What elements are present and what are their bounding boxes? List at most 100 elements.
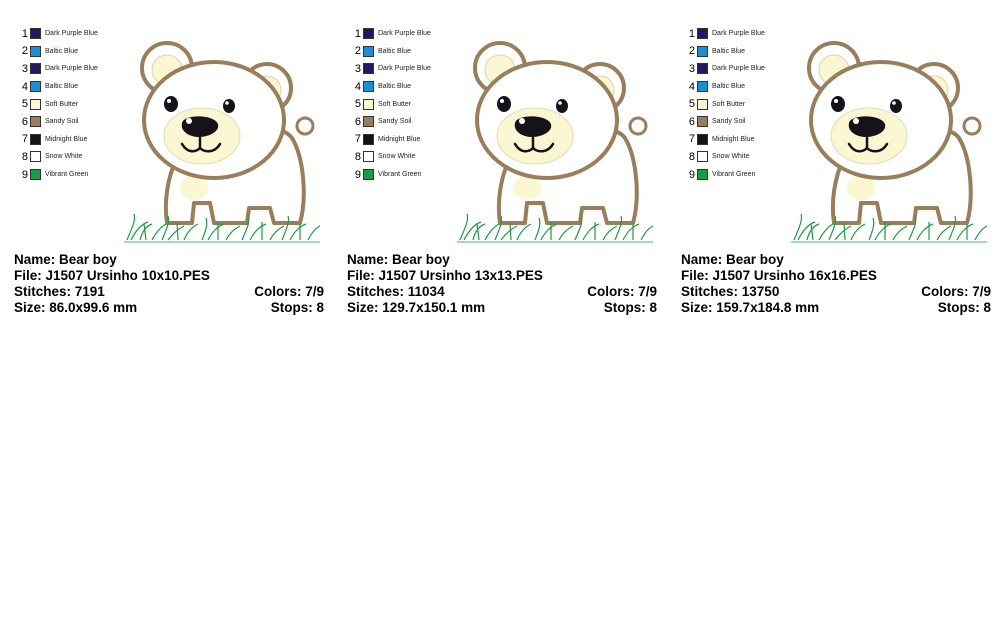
color-number: 2: [688, 45, 695, 58]
color-swatch: [30, 133, 41, 145]
color-swatch: [30, 45, 41, 57]
bear-design-preview: [789, 28, 989, 248]
stop-count: 8: [649, 300, 657, 315]
color-name: Baltic Blue: [378, 83, 412, 91]
right-eye: [890, 99, 902, 113]
color-name: Midnight Blue: [45, 135, 88, 143]
left-eye: [497, 96, 511, 112]
color-number: 7: [21, 133, 28, 146]
stitch-count: 11034: [407, 284, 445, 299]
color-number: 3: [21, 62, 28, 75]
color-row: 4 Baltic Blue: [349, 78, 469, 96]
color-count: 7/9: [305, 284, 324, 299]
design-panel-13x13: 1 Dark Purple Blue 2 Baltic Blue 3 Dark Purpl…: [343, 0, 673, 320]
color-number: 8: [688, 150, 695, 163]
color-swatch: [363, 116, 374, 128]
stitches-label: Stitches:: [14, 284, 72, 299]
color-row: 2 Baltic Blue: [683, 43, 803, 61]
color-chart: 1 Dark Purple Blue 2 Baltic Blue 3 Dark Purpl…: [16, 25, 136, 183]
bear-design-preview: [455, 28, 655, 248]
color-swatch: [697, 133, 708, 145]
color-row: 4 Baltic Blue: [16, 78, 136, 96]
size-label: Size:: [14, 300, 46, 315]
file-line: File: J1507 Ursinho 13x13.PES: [347, 268, 657, 284]
color-swatch: [363, 28, 374, 40]
color-swatch: [30, 98, 41, 110]
color-swatch: [697, 98, 708, 110]
file-line: File: J1507 Ursinho 16x16.PES: [681, 268, 991, 284]
color-swatch: [30, 63, 41, 75]
color-name: Baltic Blue: [712, 47, 746, 55]
size-label: Size:: [347, 300, 379, 315]
tail: [295, 116, 315, 136]
name-line: Name: Bear boy: [14, 252, 324, 268]
color-row: 8 Snow White: [683, 148, 803, 166]
color-name: Baltic Blue: [378, 47, 412, 55]
color-name: Dark Purple Blue: [45, 65, 98, 73]
design-name: Bear boy: [726, 252, 784, 267]
color-name: Vibrant Green: [45, 171, 89, 179]
design-name: Bear boy: [59, 252, 117, 267]
color-number: 4: [688, 80, 695, 93]
color-name: Snow White: [45, 153, 83, 161]
color-number: 2: [21, 45, 28, 58]
color-number: 3: [688, 62, 695, 75]
color-number: 5: [21, 98, 28, 111]
stop-count: 8: [983, 300, 991, 315]
color-count: 7/9: [638, 284, 657, 299]
color-row: 1 Dark Purple Blue: [349, 25, 469, 43]
color-swatch: [363, 151, 374, 163]
color-number: 1: [688, 27, 695, 40]
stitch-count: 13750: [741, 284, 780, 299]
colors-label: Colors:: [587, 284, 635, 299]
color-row: 6 Sandy Soil: [349, 113, 469, 131]
color-swatch: [363, 133, 374, 145]
file-label: File:: [347, 268, 375, 283]
bear-design-preview: [122, 28, 322, 248]
color-swatch: [697, 151, 708, 163]
color-swatch: [30, 151, 41, 163]
colors-label: Colors:: [254, 284, 302, 299]
color-name: Snow White: [378, 153, 416, 161]
color-number: 3: [354, 62, 361, 75]
colors-label: Colors:: [921, 284, 969, 299]
color-row: 5 Soft Butter: [683, 95, 803, 113]
color-row: 6 Sandy Soil: [683, 113, 803, 131]
color-row: 6 Sandy Soil: [16, 113, 136, 131]
color-row: 2 Baltic Blue: [16, 43, 136, 61]
color-number: 6: [21, 115, 28, 128]
color-name: Midnight Blue: [712, 135, 755, 143]
size-label: Size:: [681, 300, 713, 315]
color-row: 1 Dark Purple Blue: [683, 25, 803, 43]
color-swatch: [363, 169, 374, 181]
color-swatch: [697, 116, 708, 128]
color-name: Sandy Soil: [712, 118, 746, 126]
color-number: 4: [21, 80, 28, 93]
color-swatch: [697, 63, 708, 75]
name-line: Name: Bear boy: [347, 252, 657, 268]
color-swatch: [697, 45, 708, 57]
size-line: Size: 129.7x150.1 mm Stops: 8: [347, 300, 657, 316]
design-panel-10x10: 1 Dark Purple Blue 2 Baltic Blue 3 Dark Purpl…: [10, 0, 340, 320]
color-count: 7/9: [972, 284, 991, 299]
color-swatch: [363, 63, 374, 75]
color-row: 7 Midnight Blue: [16, 131, 136, 149]
color-row: 8 Snow White: [16, 148, 136, 166]
stitches-line: Stitches: 7191 Colors: 7/9: [14, 284, 324, 300]
color-chart: 1 Dark Purple Blue 2 Baltic Blue 3 Dark Purpl…: [349, 25, 469, 183]
color-row: 9 Vibrant Green: [349, 166, 469, 184]
color-name: Baltic Blue: [712, 83, 746, 91]
stops-label: Stops:: [270, 300, 313, 315]
color-row: 1 Dark Purple Blue: [16, 25, 136, 43]
color-name: Dark Purple Blue: [378, 30, 431, 38]
stitches-line: Stitches: 11034 Colors: 7/9: [347, 284, 657, 300]
color-number: 9: [354, 168, 361, 181]
color-swatch: [363, 98, 374, 110]
stitches-label: Stitches:: [347, 284, 405, 299]
file-name: J1507 Ursinho 16x16.PES: [712, 268, 877, 283]
color-name: Soft Butter: [712, 100, 746, 108]
name-line: Name: Bear boy: [681, 252, 991, 268]
design-size: 159.7x184.8 mm: [716, 300, 820, 315]
color-number: 4: [354, 80, 361, 93]
color-name: Dark Purple Blue: [378, 65, 431, 73]
